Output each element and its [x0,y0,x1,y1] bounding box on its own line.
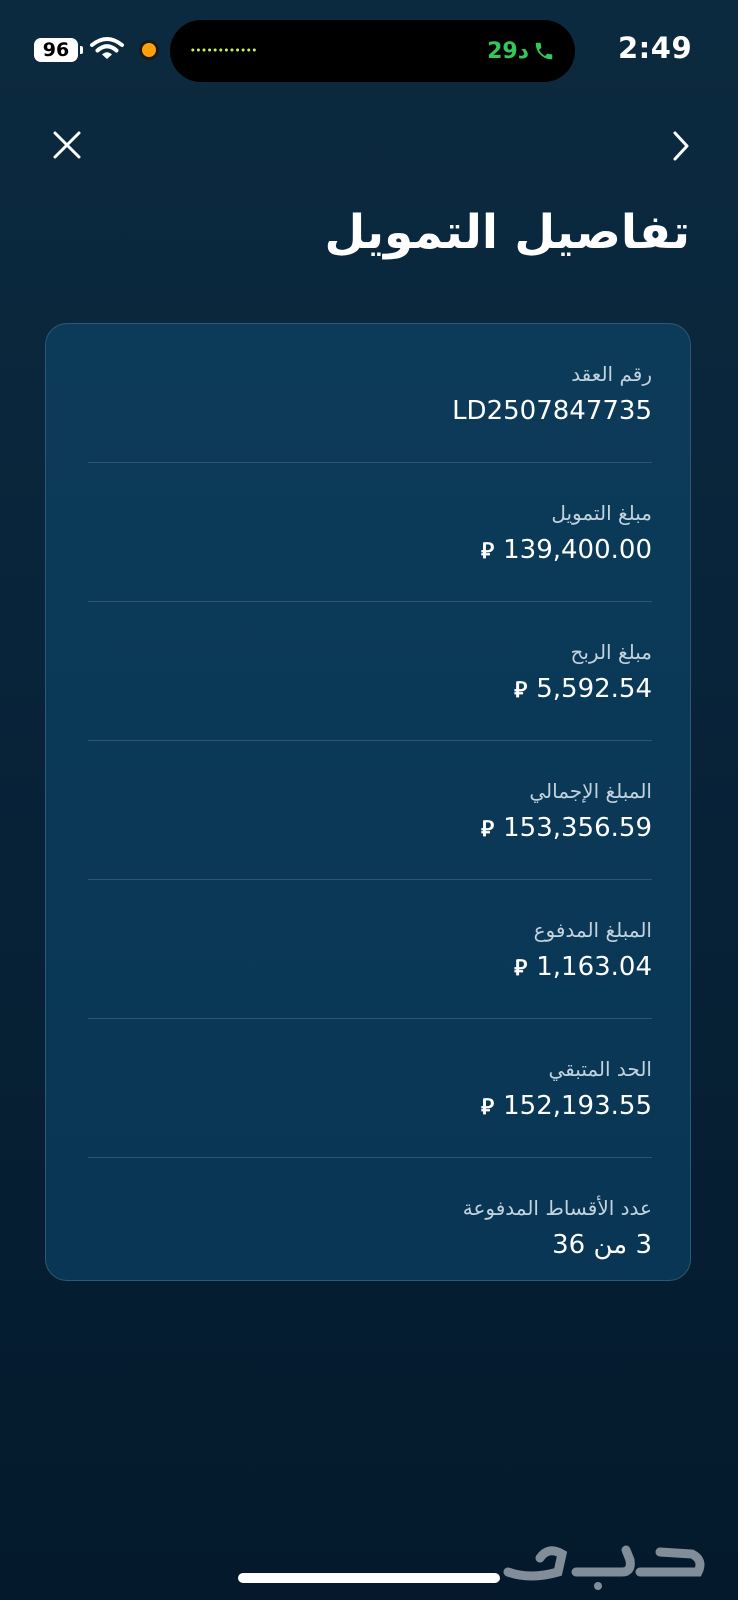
wifi-icon [90,37,124,59]
riyal-currency-icon: ⃁ [481,539,495,564]
detail-row-remaining-limit: الحد المتبقي ⃁ 152,193.55 [88,1019,652,1158]
phone-icon [535,42,553,60]
recording-indicator-dot [142,43,156,57]
detail-value: ⃁ 152,193.55 [481,1091,652,1121]
close-icon[interactable] [52,130,82,160]
battery-indicator: 96 [34,38,83,62]
detail-label: مبلغ التمويل [551,501,652,525]
riyal-currency-icon: ⃁ [514,678,528,703]
detail-label: الحد المتبقي [548,1057,653,1081]
detail-label: مبلغ الربح [570,640,652,664]
detail-row-paid-installments: عدد الأقساط المدفوعة 3 من 36 [88,1158,652,1297]
detail-value: ⃁ 139,400.00 [481,535,652,565]
call-status[interactable]: 29د [487,36,555,66]
chevron-right-icon[interactable] [671,130,691,162]
detail-label: رقم العقد [571,362,652,386]
riyal-currency-icon: ⃁ [481,1095,495,1120]
detail-value: 3 من 36 [552,1230,652,1260]
dynamic-island[interactable]: 29د [170,20,575,82]
detail-row-total-amount: المبلغ الإجمالي ⃁ 153,356.59 [88,741,652,880]
audio-waveform-icon [190,48,256,52]
detail-label: المبلغ المدفوع [533,918,652,942]
detail-value: ⃁ 1,163.04 [514,952,652,982]
detail-row-contract-number: رقم العقد LD2507847735 [88,324,652,463]
riyal-currency-icon: ⃁ [481,817,495,842]
detail-row-financing-amount: مبلغ التمويل ⃁ 139,400.00 [88,463,652,602]
detail-row-paid-amount: المبلغ المدفوع ⃁ 1,163.04 [88,880,652,1019]
detail-value: LD2507847735 [452,396,652,426]
page-title: تفاصيل التمويل [324,205,690,260]
status-time: 2:49 [618,31,693,65]
detail-value: ⃁ 5,592.54 [514,674,652,704]
haraj-watermark-logo [503,1545,705,1590]
battery-level: 96 [42,39,70,61]
detail-row-profit-amount: مبلغ الربح ⃁ 5,592.54 [88,602,652,741]
home-indicator[interactable] [238,1573,500,1583]
call-timer: 29د [487,38,529,64]
riyal-currency-icon: ⃁ [514,956,528,981]
financing-details-card: رقم العقد LD2507847735 مبلغ التمويل ⃁ 139… [45,323,691,1281]
detail-label: عدد الأقساط المدفوعة [462,1196,652,1220]
detail-value: ⃁ 153,356.59 [481,813,652,843]
detail-label: المبلغ الإجمالي [529,779,652,803]
